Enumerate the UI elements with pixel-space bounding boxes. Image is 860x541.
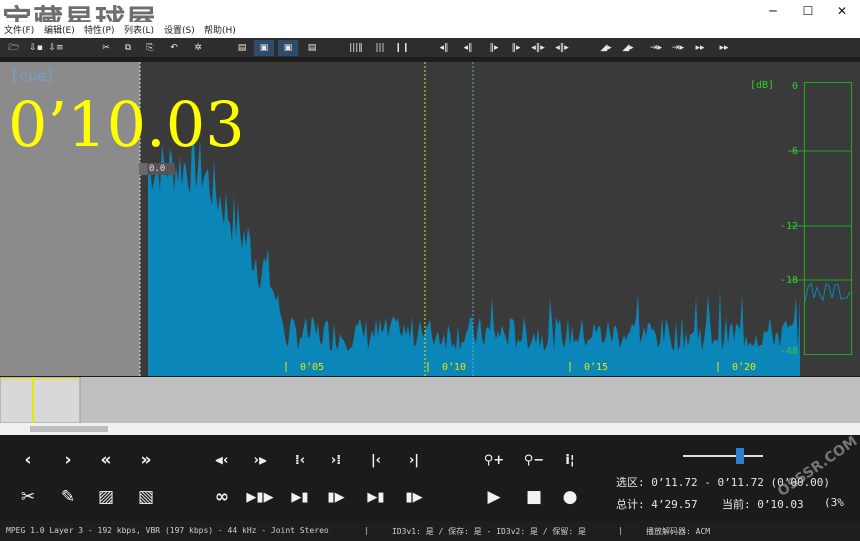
fade-1-icon[interactable]: ◢▸ bbox=[596, 40, 616, 56]
zoom-level: (3% bbox=[824, 496, 844, 509]
time-tick-label: 0’15 bbox=[584, 362, 609, 373]
fade-6-icon[interactable]: ▸▸ bbox=[714, 40, 734, 56]
info-button[interactable]: i¦ bbox=[556, 447, 584, 473]
select-end-button[interactable]: ›⫸ bbox=[246, 447, 274, 473]
marker-5-icon[interactable]: ◂‖▸ bbox=[528, 40, 548, 56]
paste-icon[interactable]: ⎘ bbox=[140, 40, 160, 56]
rewind-button[interactable]: « bbox=[92, 447, 120, 473]
volume-slider-thumb[interactable] bbox=[736, 448, 744, 464]
pencil-tool-button[interactable]: ✎ bbox=[54, 484, 82, 510]
id3-status: ID3v1: 是 / 保存: 是 - ID3v2: 是 / 保留: 是 bbox=[392, 527, 587, 536]
split-right-button[interactable]: ›⁞ bbox=[322, 447, 350, 473]
menu-settings[interactable]: 设置(S) bbox=[164, 23, 195, 36]
overview-visible-window bbox=[0, 376, 81, 424]
file-c-icon[interactable]: ▤ bbox=[302, 40, 322, 56]
play-selection-button[interactable]: ▶▮▶ bbox=[246, 484, 274, 510]
play-from-start-button[interactable]: ▮▶ bbox=[322, 484, 350, 510]
go-end-button[interactable]: ›| bbox=[400, 447, 428, 473]
status-divider: | bbox=[364, 526, 369, 535]
time-tick-label: 0’20 bbox=[732, 362, 757, 373]
stop-button[interactable]: ■ bbox=[520, 484, 548, 510]
loop-button[interactable]: ∞ bbox=[208, 484, 236, 510]
total-length: 总计: 4’29.57 bbox=[616, 498, 698, 511]
fade-2-icon[interactable]: ◢▸ bbox=[618, 40, 638, 56]
db-tick-label: -12 bbox=[779, 221, 798, 232]
db-tick-label: 0 bbox=[791, 81, 798, 92]
hatch-1-button[interactable]: ▨ bbox=[92, 484, 120, 510]
time-tick-label: 0’05 bbox=[300, 362, 325, 373]
db-tick-label: -6 bbox=[785, 146, 798, 157]
volume-slider-track[interactable] bbox=[683, 455, 763, 457]
prev-button[interactable]: ‹ bbox=[14, 447, 42, 473]
frames-2-icon[interactable]: ||| bbox=[370, 40, 390, 56]
menu-properties[interactable]: 特性(P) bbox=[84, 23, 114, 36]
audio-format: MPEG 1.0 Layer 3 - 192 kbps, VBR (197 kb… bbox=[6, 526, 329, 535]
fade-5-icon[interactable]: ▸▸ bbox=[690, 40, 710, 56]
record-button[interactable]: ● bbox=[556, 484, 584, 510]
next-button[interactable]: › bbox=[54, 447, 82, 473]
close-button[interactable]: ✕ bbox=[824, 0, 860, 22]
cue-label: [cue] bbox=[10, 67, 56, 85]
overview-graph bbox=[0, 376, 81, 424]
menu-help[interactable]: 帮助(H) bbox=[204, 23, 236, 36]
play-button[interactable]: ▶ bbox=[480, 484, 508, 510]
status-bar: MPEG 1.0 Layer 3 - 192 kbps, VBR (197 kb… bbox=[0, 521, 860, 541]
level-meter bbox=[804, 82, 852, 355]
horizontal-scrollbar[interactable] bbox=[0, 423, 860, 435]
menu-list[interactable]: 列表(L) bbox=[124, 23, 154, 36]
file-a-icon[interactable]: ▣ bbox=[254, 40, 274, 56]
marker-4-icon[interactable]: ‖▸ bbox=[506, 40, 526, 56]
import-icon[interactable]: ⇩▪ bbox=[26, 40, 46, 56]
frames-icon[interactable]: |||‖ bbox=[346, 40, 366, 56]
toolbar: 🗁 ⇩▪ ⇩≡ ✂ ⧉ ⎘ ↶ ✲ ▤ ▣ ▣ ▤ |||‖ ||| ❙❙ ◂‖ ◂‖ ‖▸ ‖▸ ◂‖▸ ◂‖▸ ◢▸ ◢… bbox=[0, 38, 860, 58]
settings-icon[interactable]: ✲ bbox=[188, 40, 208, 56]
cut-tool-button[interactable]: ✂ bbox=[14, 484, 42, 510]
decoder-status: 播放解码器: ACM bbox=[646, 527, 711, 536]
waveform-view[interactable]: [cue] 0’10.03 0.0 0’05 0’10 0’15 0’20 [d… bbox=[0, 62, 860, 376]
undo-icon[interactable]: ↶ bbox=[164, 40, 184, 56]
waveform-shape bbox=[148, 137, 800, 376]
hatch-2-button[interactable]: ▧ bbox=[132, 484, 160, 510]
minimize-button[interactable]: ─ bbox=[755, 0, 791, 22]
marker-1-icon[interactable]: ◂‖ bbox=[434, 40, 454, 56]
overview-strip[interactable] bbox=[0, 376, 860, 424]
open-folder-icon[interactable]: 🗁 bbox=[4, 40, 24, 56]
marker-value[interactable]: 0.0 bbox=[139, 163, 175, 175]
pause-bars-icon[interactable]: ❙❙ bbox=[392, 40, 412, 56]
play-to-end-button[interactable]: ▶▮ bbox=[286, 484, 314, 510]
select-start-button[interactable]: ⫷‹ bbox=[208, 447, 236, 473]
copy-icon[interactable]: ⧉ bbox=[118, 40, 138, 56]
split-left-button[interactable]: ⁞‹ bbox=[286, 447, 314, 473]
marker-6-icon[interactable]: ◂‖▸ bbox=[552, 40, 572, 56]
marker-3-icon[interactable]: ‖▸ bbox=[484, 40, 504, 56]
zoom-in-button[interactable]: ⚲+ bbox=[480, 447, 508, 473]
fast-forward-button[interactable]: » bbox=[132, 447, 160, 473]
fade-4-icon[interactable]: ⇥▸ bbox=[668, 40, 688, 56]
play-region-button[interactable]: ▶▮ bbox=[362, 484, 390, 510]
cut-icon[interactable]: ✂ bbox=[96, 40, 116, 56]
current-position: 当前: 0’10.03 bbox=[722, 498, 804, 511]
menu-file[interactable]: 文件(F) bbox=[4, 23, 34, 36]
status-divider: | bbox=[618, 526, 623, 535]
go-start-button[interactable]: |‹ bbox=[362, 447, 390, 473]
menu-bar: 文件(F) 编辑(E) 特性(P) 列表(L) 设置(S) 帮助(H) bbox=[0, 22, 860, 38]
zoom-out-button[interactable]: ⚲− bbox=[520, 447, 548, 473]
file-icon[interactable]: ▤ bbox=[232, 40, 252, 56]
scrollbar-thumb[interactable] bbox=[30, 426, 108, 432]
play-after-button[interactable]: ▮▶ bbox=[400, 484, 428, 510]
db-tick-label: -18 bbox=[779, 275, 798, 286]
db-tick-label: -48 bbox=[779, 346, 798, 357]
time-tick-label: 0’10 bbox=[442, 362, 467, 373]
menu-edit[interactable]: 编辑(E) bbox=[44, 23, 75, 36]
export-icon[interactable]: ⇩≡ bbox=[46, 40, 66, 56]
fade-3-icon[interactable]: ⇥▸ bbox=[646, 40, 666, 56]
current-time-display: 0’10.03 bbox=[8, 88, 245, 161]
maximize-button[interactable]: ☐ bbox=[790, 0, 826, 22]
marker-2-icon[interactable]: ◂‖ bbox=[458, 40, 478, 56]
file-b-icon[interactable]: ▣ bbox=[278, 40, 298, 56]
transport-panel: 选区: 0’11.72 - 0’11.72 (0’00.00) 总计: 4’29… bbox=[0, 435, 860, 521]
title-bar: 宝藏星球屋 ─ ☐ ✕ bbox=[0, 0, 860, 39]
